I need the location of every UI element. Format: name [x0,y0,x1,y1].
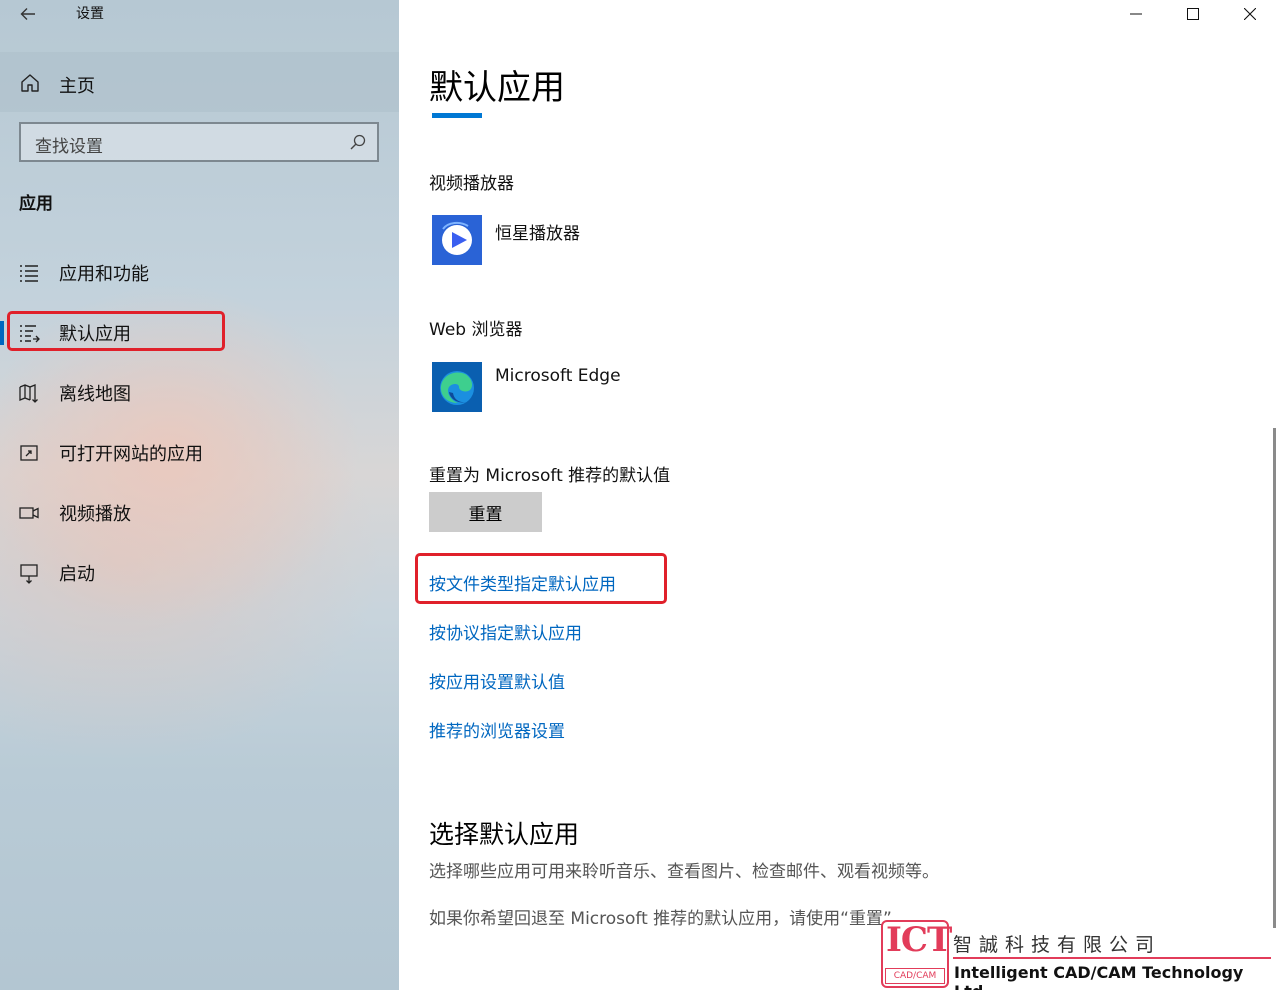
page-title: 默认应用 [429,68,565,108]
player-app-icon [432,215,482,265]
web-browser-tile[interactable] [432,362,482,412]
back-button[interactable] [14,0,42,28]
sidebar-item-apps-for-websites[interactable]: 可打开网站的应用 [0,427,399,479]
logo-big-text: ICT [886,920,952,960]
choose-section-title: 选择默认应用 [429,820,580,849]
search-placeholder: 查找设置 [35,137,103,157]
sidebar-item-startup[interactable]: 启动 [0,547,399,599]
apps-features-icon [20,265,38,282]
sidebar: 设置 主页 查找设置 应用 应用和功能 默认应用 离线地图 可打开网站的应用 视… [0,0,399,990]
logo-divider [953,957,1271,959]
video-player-app-name[interactable]: 恒星播放器 [495,219,580,244]
sidebar-item-label: 启动 [59,564,95,585]
minimize-button[interactable] [1108,0,1164,28]
maximize-button[interactable] [1165,0,1221,28]
back-arrow-icon [20,8,35,20]
sidebar-item-label: 主页 [59,76,95,97]
video-player-tile[interactable] [432,215,482,265]
ict-logo: ICT CAD/CAM [881,920,952,988]
app-title: 设置 [76,6,104,22]
choose-section-desc: 选择哪些应用可用来聆听音乐、查看图片、检查邮件、观看视频等。 [429,862,939,882]
title-accent-bar [432,113,482,118]
link-by-file-type[interactable]: 按文件类型指定默认应用 [429,570,616,595]
sidebar-item-label: 视频播放 [59,504,131,525]
close-button[interactable] [1222,0,1276,28]
search-input[interactable]: 查找设置 [19,122,379,162]
reset-hint: 如果你希望回退至 Microsoft 推荐的默认应用，请使用“重置”。 [429,909,909,929]
sidebar-item-apps-features[interactable]: 应用和功能 [0,247,399,299]
home-icon [21,74,39,92]
sidebar-item-label: 应用和功能 [59,264,149,285]
sidebar-item-offline-maps[interactable]: 离线地图 [0,367,399,419]
company-name-en: Intelligent CAD/CAM Technology Ltd. [954,963,1244,990]
section-title: 应用 [19,194,53,214]
video-playback-icon [19,507,39,519]
sidebar-item-label: 离线地图 [59,384,131,405]
video-player-label: 视频播放器 [429,174,514,194]
reset-button[interactable]: 重置 [429,492,542,532]
company-name-cn: 智誠科技有限公司 [953,934,1162,956]
edge-icon [432,362,482,412]
search-icon [350,134,366,150]
link-by-app[interactable]: 按应用设置默认值 [429,668,565,693]
title-bar: 设置 [0,0,399,50]
web-browser-app-name[interactable]: Microsoft Edge [495,366,621,386]
apps-for-websites-icon [20,445,38,461]
offline-maps-icon [19,384,38,403]
sidebar-item-home[interactable]: 主页 [0,52,399,112]
close-icon [1244,8,1256,20]
watermark-logo: ICT CAD/CAM 智誠科技有限公司 Intelligent CAD/CAM… [881,920,1276,990]
reset-label: 重置为 Microsoft 推荐的默认值 [429,466,671,486]
logo-small-text: CAD/CAM [885,968,945,984]
startup-icon [20,564,38,584]
sidebar-item-label: 可打开网站的应用 [59,444,203,465]
main-content: 默认应用 视频播放器 恒星播放器 Web 浏览器 Microsoft Edge … [399,0,1276,990]
maximize-icon [1187,8,1199,20]
highlight-box [7,311,225,351]
link-browser-settings[interactable]: 推荐的浏览器设置 [429,717,565,742]
minimize-icon [1130,13,1142,15]
web-browser-label: Web 浏览器 [429,320,523,340]
sidebar-item-video-playback[interactable]: 视频播放 [0,487,399,539]
link-by-protocol[interactable]: 按协议指定默认应用 [429,619,582,644]
